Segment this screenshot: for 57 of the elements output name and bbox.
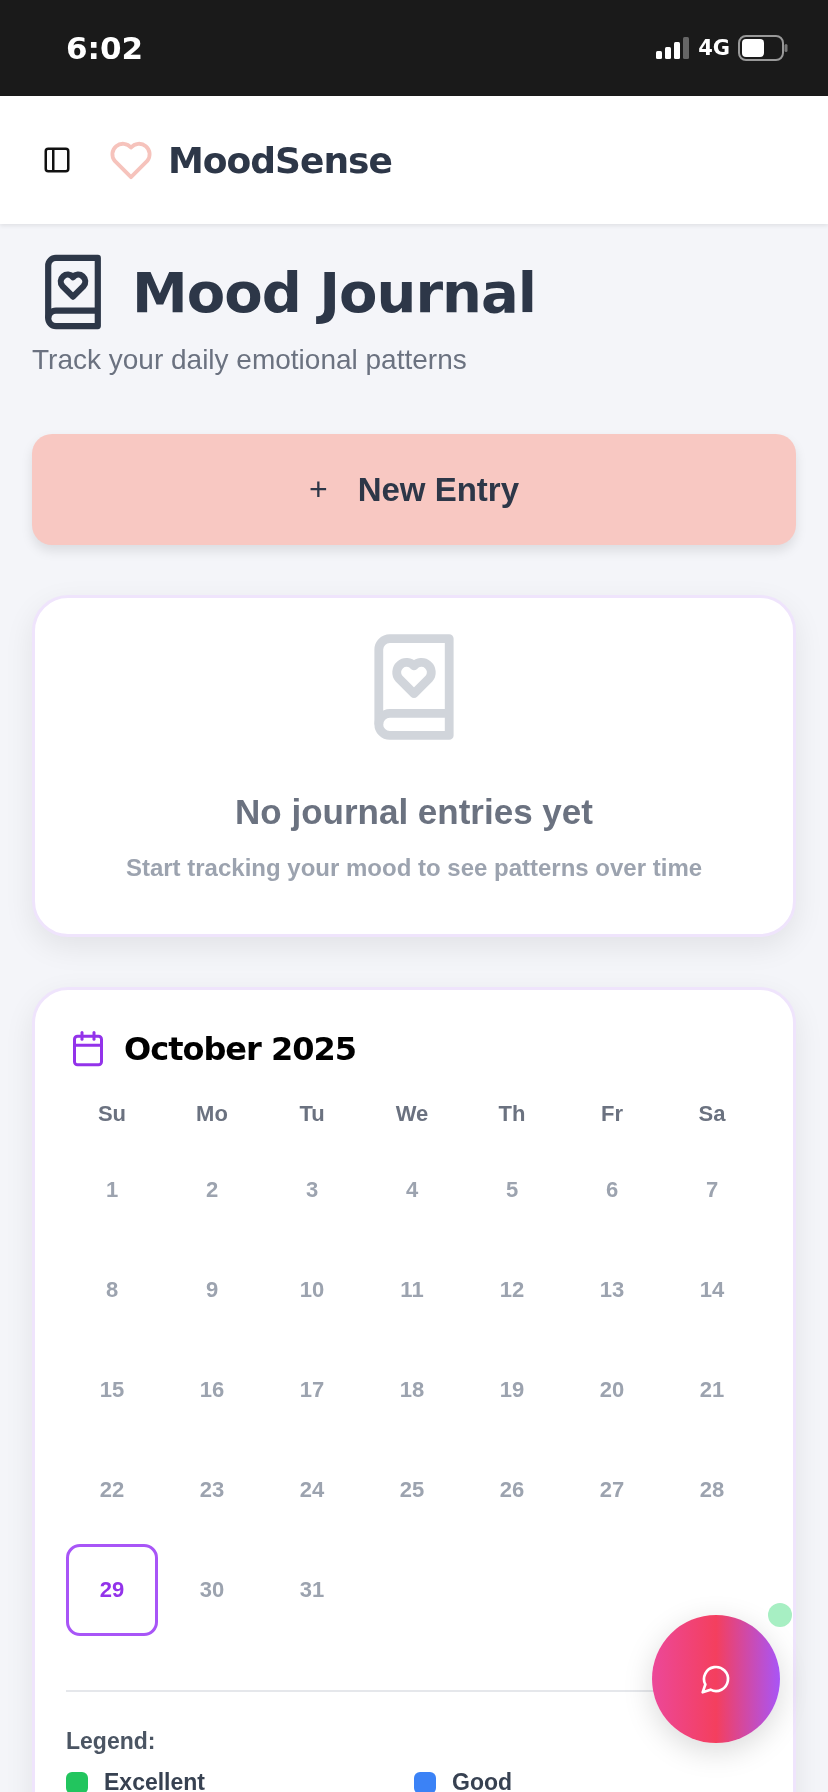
calendar-day[interactable]: 24 xyxy=(266,1444,358,1536)
legend-label: Good xyxy=(452,1769,513,1792)
battery-icon xyxy=(738,35,788,61)
weekday-label: Fr xyxy=(600,1100,624,1128)
calendar-day[interactable]: 4 xyxy=(366,1144,458,1236)
journal-icon xyxy=(42,254,104,330)
sidebar-toggle-icon[interactable] xyxy=(42,145,72,175)
calendar-day[interactable]: 22 xyxy=(66,1444,158,1536)
empty-state-title: No journal entries yet xyxy=(235,792,593,832)
calendar-month: October 2025 xyxy=(124,1030,357,1068)
calendar-icon xyxy=(70,1030,106,1068)
signal-icon xyxy=(656,37,691,59)
calendar-day[interactable]: 13 xyxy=(566,1244,658,1336)
calendar-day[interactable]: 5 xyxy=(466,1144,558,1236)
weekday-label: Mo xyxy=(195,1100,229,1128)
calendar-day[interactable]: 30 xyxy=(166,1544,258,1636)
page-subtitle: Track your daily emotional patterns xyxy=(32,344,468,376)
status-time: 6:02 xyxy=(66,30,144,66)
calendar-day[interactable]: 17 xyxy=(266,1344,358,1436)
new-entry-button[interactable]: + New Entry xyxy=(32,434,796,545)
calendar-day[interactable]: 2 xyxy=(166,1144,258,1236)
weekday-label: Su xyxy=(96,1100,128,1128)
calendar-day[interactable]: 14 xyxy=(666,1244,758,1336)
weekday-label: Th xyxy=(497,1100,527,1128)
calendar-day[interactable]: 11 xyxy=(366,1244,458,1336)
weekday-label: Tu xyxy=(298,1100,326,1128)
calendar-day[interactable]: 3 xyxy=(266,1144,358,1236)
calendar-day[interactable]: 12 xyxy=(466,1244,558,1336)
calendar-day[interactable]: 28 xyxy=(666,1444,758,1536)
legend-label: Excellent xyxy=(104,1769,205,1792)
calendar-day[interactable]: 19 xyxy=(466,1344,558,1436)
calendar-day[interactable]: 7 xyxy=(666,1144,758,1236)
app-name: MoodSense xyxy=(168,139,392,181)
calendar-day[interactable]: 21 xyxy=(666,1344,758,1436)
calendar-day[interactable]: 8 xyxy=(66,1244,158,1336)
heart-icon xyxy=(108,139,154,181)
empty-state-message: Start tracking your mood to see patterns over time xyxy=(125,854,703,882)
calendar-day[interactable]: 6 xyxy=(566,1144,658,1236)
weekday-label: We xyxy=(394,1100,430,1128)
calendar-day[interactable]: 18 xyxy=(366,1344,458,1436)
network-label: 4G xyxy=(698,36,730,60)
calendar-day[interactable]: 27 xyxy=(566,1444,658,1536)
calendar-day[interactable]: 16 xyxy=(166,1344,258,1436)
legend-title: Legend: xyxy=(66,1728,156,1755)
calendar-day[interactable]: 1 xyxy=(66,1144,158,1236)
page-title: Mood Journal xyxy=(132,259,536,325)
calendar-day[interactable]: 10 xyxy=(266,1244,358,1336)
calendar-day[interactable]: 31 xyxy=(266,1544,358,1636)
weekday-label: Sa xyxy=(697,1100,727,1128)
calendar-day[interactable]: 20 xyxy=(566,1344,658,1436)
calendar-day[interactable]: 15 xyxy=(66,1344,158,1436)
chat-icon xyxy=(700,1663,732,1695)
calendar-day[interactable]: 23 xyxy=(166,1444,258,1536)
calendar-day[interactable]: 25 xyxy=(366,1444,458,1536)
calendar-day[interactable]: 9 xyxy=(166,1244,258,1336)
calendar-day[interactable]: 29 xyxy=(66,1544,158,1636)
calendar-day[interactable]: 26 xyxy=(466,1444,558,1536)
